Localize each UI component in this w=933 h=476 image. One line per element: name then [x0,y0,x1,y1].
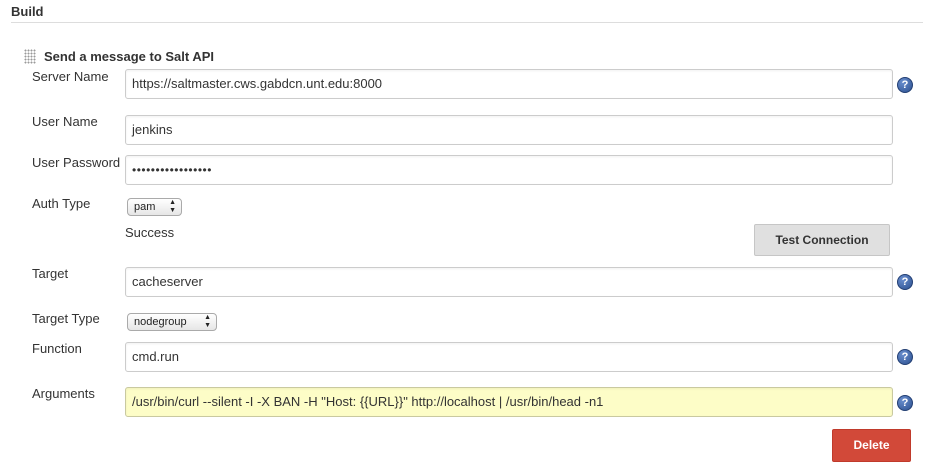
target-input[interactable]: cacheserver [125,267,893,297]
target-type-selected-value: nodegroup [134,316,187,328]
help-icon[interactable]: ? [897,349,913,365]
help-icon[interactable]: ? [897,77,913,93]
server-name-input[interactable]: https://saltmaster.cws.gabdcn.unt.edu:80… [125,69,893,99]
drag-handle-icon[interactable] [24,49,36,64]
arguments-label: Arguments [32,386,95,401]
auth-type-selected-value: pam [134,201,156,213]
section-title-build: Build [11,4,44,19]
auth-type-label: Auth Type [32,196,91,211]
select-arrows-icon: ▲ ▼ [204,314,211,329]
help-icon[interactable]: ? [897,395,913,411]
target-type-select[interactable]: nodegroup ▲ ▼ [127,313,217,331]
server-name-label: Server Name [32,69,109,84]
function-label: Function [32,341,82,356]
auth-type-select[interactable]: pam ▲ ▼ [127,198,182,216]
target-type-label: Target Type [32,311,100,326]
user-password-input[interactable]: ••••••••••••••••• [125,155,893,185]
select-arrows-icon: ▲ ▼ [169,199,176,214]
user-name-input[interactable]: jenkins [125,115,893,145]
user-name-label: User Name [32,114,98,129]
test-connection-button[interactable]: Test Connection [754,224,890,256]
connection-status-text: Success [125,225,175,240]
delete-button[interactable]: Delete [832,429,911,462]
help-icon[interactable]: ? [897,274,913,290]
build-step-title: Send a message to Salt API [44,49,215,64]
target-label: Target [32,266,69,281]
function-input[interactable]: cmd.run [125,342,893,372]
section-divider [11,22,923,23]
arguments-input[interactable]: /usr/bin/curl --silent -I -X BAN -H "Hos… [125,387,893,417]
user-password-label: User Password [32,155,121,170]
